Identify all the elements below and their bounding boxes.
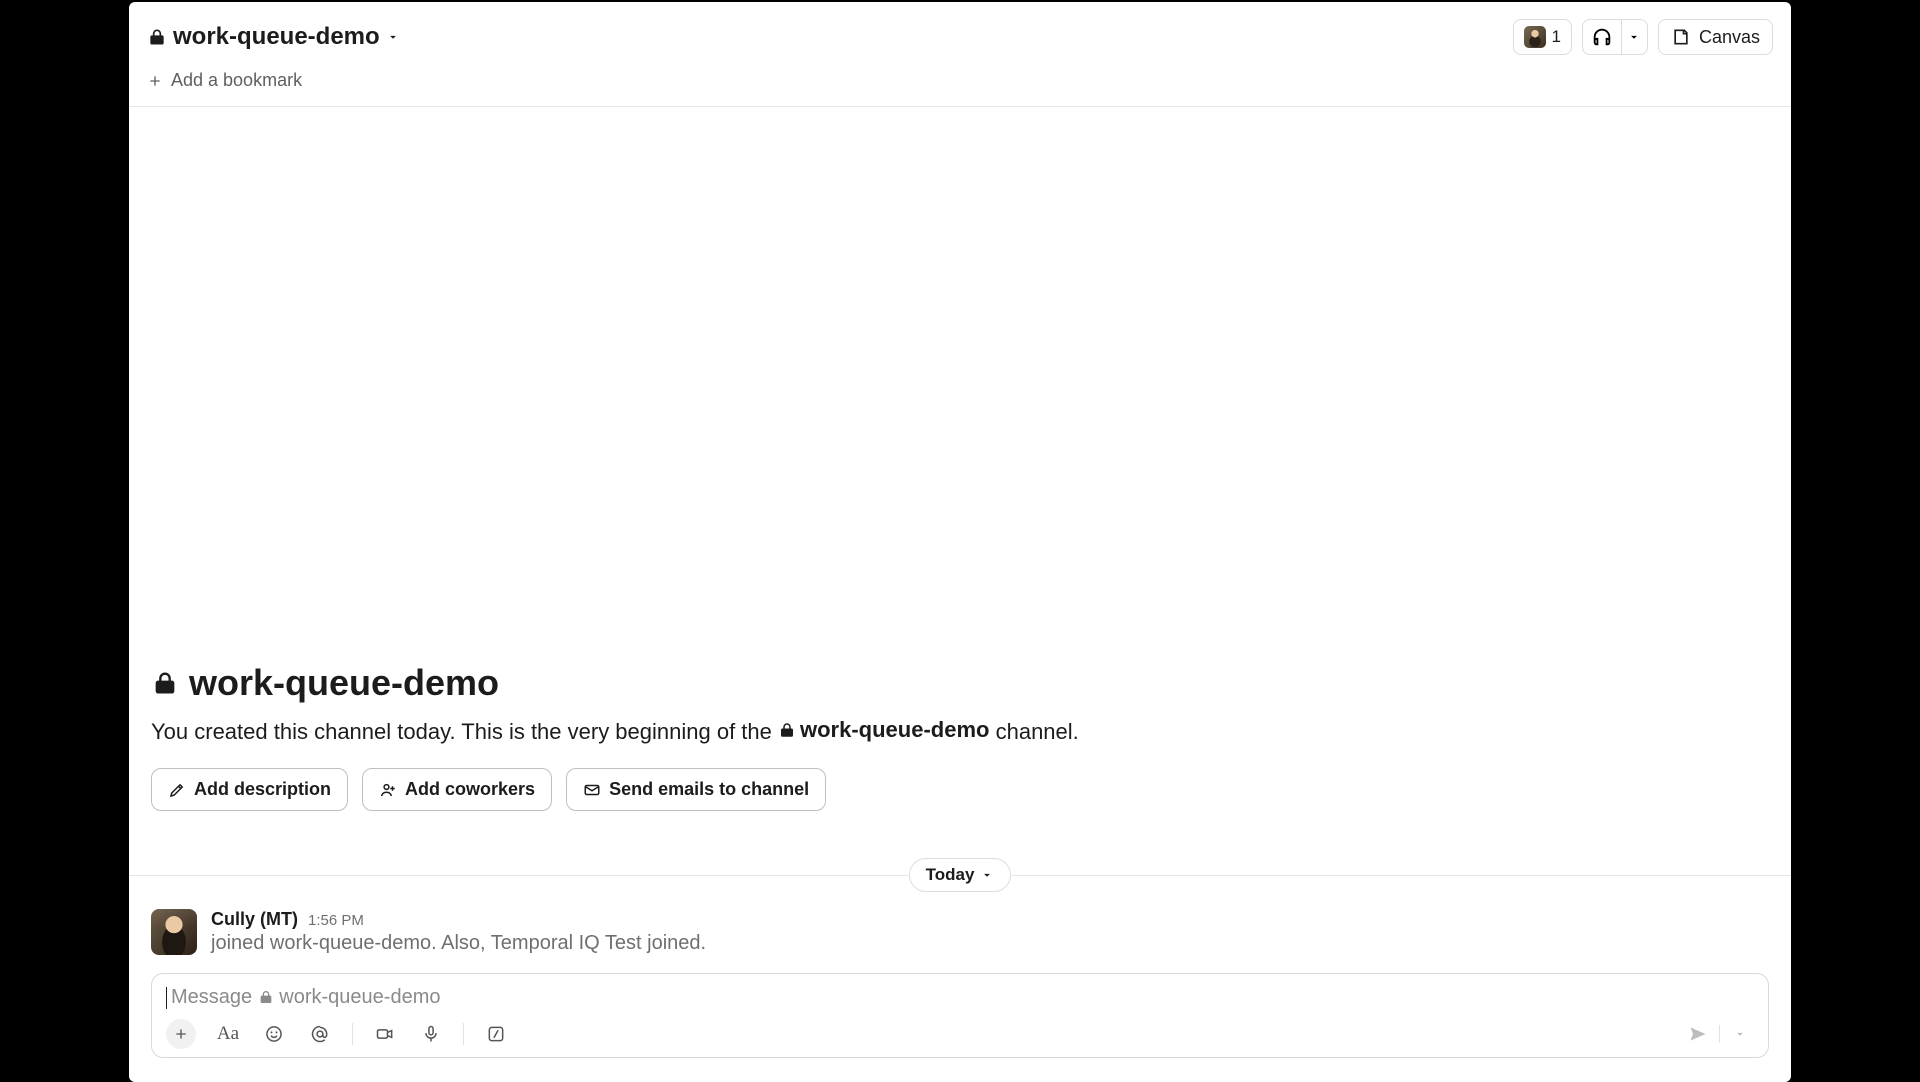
channel-title-text: work-queue-demo [173, 23, 380, 51]
toolbar-divider [1719, 1025, 1720, 1043]
composer-placeholder-channel: work-queue-demo [279, 986, 440, 1008]
avatar[interactable] [151, 909, 197, 955]
headphones-icon [1591, 26, 1613, 48]
huddle-button-group [1582, 19, 1648, 55]
intro-channel-name: work-queue-demo [800, 714, 989, 746]
lock-icon [778, 721, 796, 739]
microphone-icon [421, 1024, 441, 1044]
send-button[interactable] [1683, 1019, 1713, 1049]
empty-space [129, 107, 1791, 663]
mention-button[interactable] [306, 1020, 334, 1048]
send-options-button[interactable] [1726, 1020, 1754, 1048]
lock-icon [258, 989, 274, 1005]
composer-area: Message work-queue-demo Aa [129, 973, 1791, 1082]
composer-placeholder: Message work-queue-demo [171, 986, 440, 1009]
composer-toolbar: Aa [166, 1019, 1754, 1049]
message-composer[interactable]: Message work-queue-demo Aa [151, 973, 1769, 1058]
avatar [1524, 26, 1546, 48]
message-time[interactable]: 1:56 PM [308, 912, 364, 929]
message-meta: Cully (MT) 1:56 PM [211, 909, 706, 930]
attach-button[interactable] [166, 1019, 196, 1049]
at-icon [310, 1024, 330, 1044]
toolbar-divider [352, 1023, 353, 1045]
add-coworkers-button[interactable]: Add coworkers [362, 768, 552, 811]
chevron-down-icon [386, 30, 400, 44]
mail-icon [583, 781, 601, 799]
lock-icon [147, 27, 167, 47]
slack-channel-view: work-queue-demo 1 Canvas [129, 2, 1791, 1082]
toolbar-divider [463, 1023, 464, 1045]
intro-desc-suffix: channel. [996, 719, 1079, 744]
message-body: Cully (MT) 1:56 PM joined work-queue-dem… [211, 909, 706, 955]
channel-intro: work-queue-demo You created this channel… [129, 662, 1791, 821]
formatting-button[interactable]: Aa [214, 1020, 242, 1048]
canvas-icon [1671, 27, 1691, 47]
add-bookmark-button[interactable]: Add a bookmark [147, 70, 302, 91]
canvas-button[interactable]: Canvas [1658, 19, 1773, 55]
members-count: 1 [1552, 27, 1561, 47]
text-cursor [166, 987, 167, 1009]
emoji-button[interactable] [260, 1020, 288, 1048]
intro-desc-prefix: You created this channel today. This is … [151, 719, 778, 744]
canvas-label: Canvas [1699, 27, 1760, 48]
date-divider: Today [129, 851, 1791, 899]
intro-channel-mention: work-queue-demo [778, 714, 989, 746]
add-bookmark-label: Add a bookmark [171, 70, 302, 91]
emoji-icon [264, 1024, 284, 1044]
bookmark-bar: Add a bookmark [129, 62, 1791, 107]
header-actions: 1 Canvas [1513, 19, 1774, 55]
channel-intro-actions: Add description Add coworkers Send email… [151, 768, 1769, 811]
huddle-caret-button[interactable] [1621, 20, 1647, 54]
date-chip-label: Today [926, 865, 975, 885]
video-button[interactable] [371, 1020, 399, 1048]
lock-icon [151, 669, 179, 697]
video-icon [375, 1024, 395, 1044]
slash-box-icon [486, 1024, 506, 1044]
add-description-label: Add description [194, 779, 331, 800]
person-add-icon [379, 781, 397, 799]
message-text: joined work-queue-demo. Also, Temporal I… [211, 932, 706, 955]
channel-intro-title-text: work-queue-demo [189, 662, 499, 704]
channel-intro-title: work-queue-demo [151, 662, 1769, 704]
chevron-down-icon [1627, 30, 1641, 44]
date-chip-button[interactable]: Today [909, 858, 1012, 892]
add-description-button[interactable]: Add description [151, 768, 348, 811]
shortcuts-button[interactable] [482, 1020, 510, 1048]
message-author[interactable]: Cully (MT) [211, 909, 298, 930]
system-message: Cully (MT) 1:56 PM joined work-queue-dem… [129, 899, 1791, 973]
channel-title-button[interactable]: work-queue-demo [147, 23, 400, 51]
message-pane: work-queue-demo You created this channel… [129, 107, 1791, 1082]
composer-input-row[interactable]: Message work-queue-demo [166, 986, 1754, 1009]
send-emails-label: Send emails to channel [609, 779, 809, 800]
add-coworkers-label: Add coworkers [405, 779, 535, 800]
plus-icon [147, 73, 163, 89]
plus-icon [173, 1026, 189, 1042]
chevron-down-icon [1733, 1027, 1747, 1041]
channel-header: work-queue-demo 1 Canvas [129, 2, 1791, 62]
composer-placeholder-prefix: Message [171, 986, 258, 1008]
composer-toolbar-right [1683, 1019, 1754, 1049]
chevron-down-icon [980, 868, 994, 882]
pencil-icon [168, 781, 186, 799]
send-emails-button[interactable]: Send emails to channel [566, 768, 826, 811]
channel-intro-description: You created this channel today. This is … [151, 714, 1769, 748]
send-icon [1688, 1024, 1708, 1044]
members-button[interactable]: 1 [1513, 19, 1572, 55]
composer-toolbar-left: Aa [166, 1019, 510, 1049]
huddle-button[interactable] [1583, 20, 1621, 54]
audio-button[interactable] [417, 1020, 445, 1048]
